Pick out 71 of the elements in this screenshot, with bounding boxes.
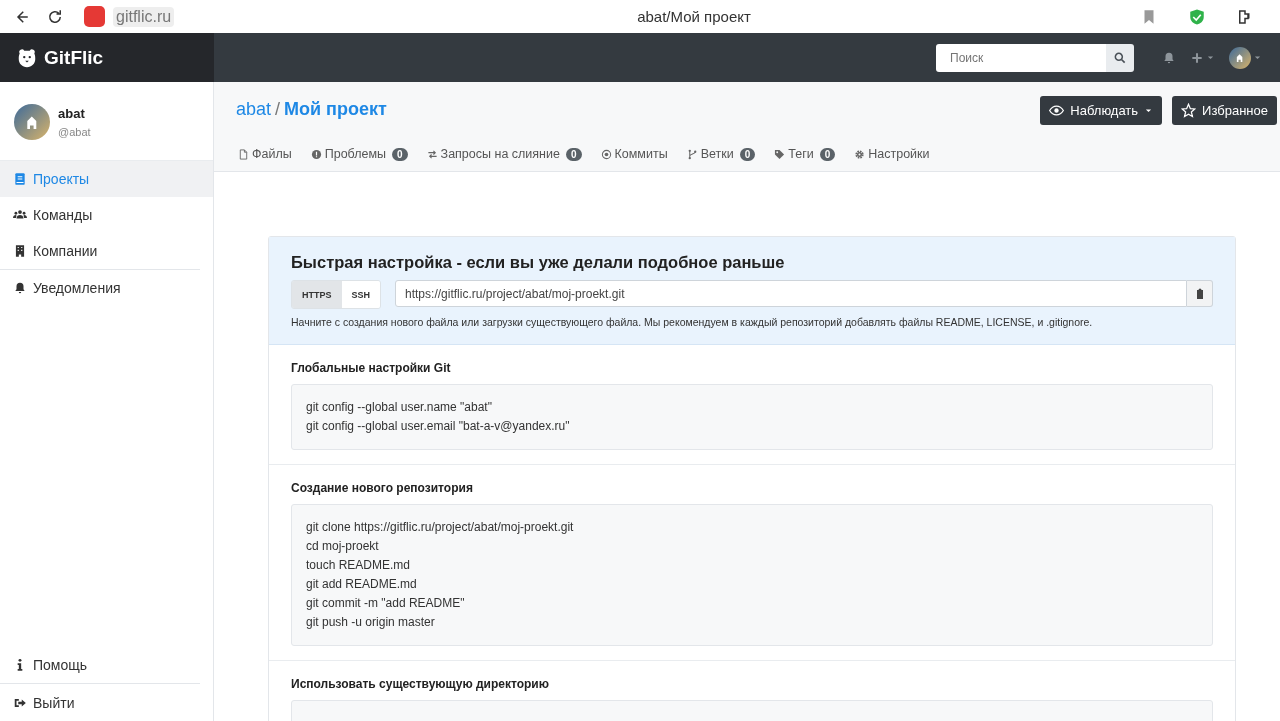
user-name[interactable]: abat — [58, 106, 91, 121]
quick-setup-title: Быстрая настройка - если вы уже делали подобное раньше — [291, 253, 786, 272]
project-tab[interactable]: Коммиты — [600, 147, 668, 161]
sidebar-item[interactable]: Уведомления — [0, 270, 213, 306]
caret-icon — [1144, 106, 1154, 115]
shield-check-icon — [1188, 7, 1206, 26]
project-tab[interactable]: Теги 0 — [774, 147, 836, 161]
section-title: Создание нового репозитория — [291, 481, 474, 495]
create-menu-button[interactable] — [1190, 50, 1215, 65]
code-line: touch README.md — [306, 558, 412, 573]
code-line: git config --global user.email "bat-a-v@yandex.ru" — [306, 419, 571, 434]
count-badge: 0 — [739, 147, 756, 161]
arrows-icon — [426, 148, 438, 160]
search-icon — [1113, 50, 1127, 65]
count-badge: 0 — [565, 147, 582, 161]
code-line: git clone https://gitflic.ru/project/abat/moj-proekt.git — [306, 520, 575, 535]
code-line: cd moj-proekt — [306, 539, 380, 554]
sidebar-item[interactable]: Компании — [0, 233, 200, 270]
bear-logo-icon — [16, 46, 38, 69]
site-icon — [84, 6, 105, 27]
sidebar-item[interactable]: Помощь — [0, 646, 200, 684]
plus-icon — [1190, 50, 1204, 65]
search-button[interactable] — [1106, 43, 1134, 72]
avatar — [14, 104, 50, 140]
clone-url-field[interactable]: https://gitflic.ru/project/abat/moj-proekt.git — [395, 280, 1187, 307]
sidebar-item[interactable]: Команды — [0, 197, 213, 233]
file-icon — [238, 148, 249, 160]
caret-icon — [1206, 53, 1215, 62]
bell-icon — [13, 281, 27, 295]
user-menu-button[interactable] — [1229, 46, 1262, 69]
breadcrumb-separator: / — [275, 99, 281, 120]
watch-dropdown-button[interactable]: Наблюдать — [1040, 96, 1163, 125]
reload-icon — [46, 7, 64, 26]
exclamation-circle-icon — [310, 148, 322, 160]
page-title: abat/Мой проект — [636, 8, 752, 25]
code-line: git config --global user.name "abat" — [306, 400, 493, 415]
search-field[interactable]: Поиск — [936, 43, 1106, 72]
user-handle: @abat — [58, 126, 91, 138]
commit-icon — [600, 148, 612, 160]
users-icon — [13, 208, 27, 222]
project-tab[interactable]: Проблемы 0 — [310, 147, 408, 161]
project-tab[interactable]: Запросы на слияние 0 — [426, 147, 582, 161]
section-title: Глобальные настройки Git — [291, 361, 452, 375]
caret-icon — [1253, 53, 1262, 62]
eye-icon — [1049, 103, 1065, 118]
code-line: git add README.md — [306, 577, 418, 592]
code-line: git commit -m "add README" — [306, 596, 466, 611]
copy-button[interactable] — [1187, 280, 1213, 307]
protocol-toggle[interactable]: HTTPS — [292, 281, 342, 308]
protocol-toggle[interactable]: SSH — [341, 281, 381, 308]
tag-icon — [774, 148, 786, 160]
star-icon — [1181, 103, 1197, 118]
book-icon — [13, 172, 27, 186]
project-tab[interactable]: Настройки — [854, 147, 930, 161]
avatar — [1229, 46, 1251, 69]
project-tab[interactable]: Файлы — [238, 147, 292, 161]
owner-link[interactable]: abat — [236, 99, 272, 120]
sidebar-item[interactable]: Выйти — [0, 684, 213, 721]
gear-icon — [854, 148, 866, 160]
section-title: Использовать существующую директорию — [291, 677, 550, 691]
code-line: git push -u origin master — [306, 615, 436, 630]
project-tab[interactable]: Ветки 0 — [686, 147, 756, 161]
bell-icon — [1162, 50, 1176, 65]
count-badge: 0 — [392, 147, 408, 161]
favorite-button[interactable]: Избранное — [1172, 96, 1277, 125]
count-badge: 0 — [819, 147, 836, 161]
address-domain[interactable]: gitflic.ru — [113, 6, 175, 27]
hint-text: Начните с создания нового файла или загрузки существующего файла. Мы рекомендуем в каждый репозиторий добавлять файлы README, LICENSE, и .gitignore. — [291, 316, 1094, 328]
brand-name[interactable]: GitFlic — [44, 46, 104, 69]
branch-icon — [686, 148, 698, 160]
building-icon — [13, 244, 27, 258]
